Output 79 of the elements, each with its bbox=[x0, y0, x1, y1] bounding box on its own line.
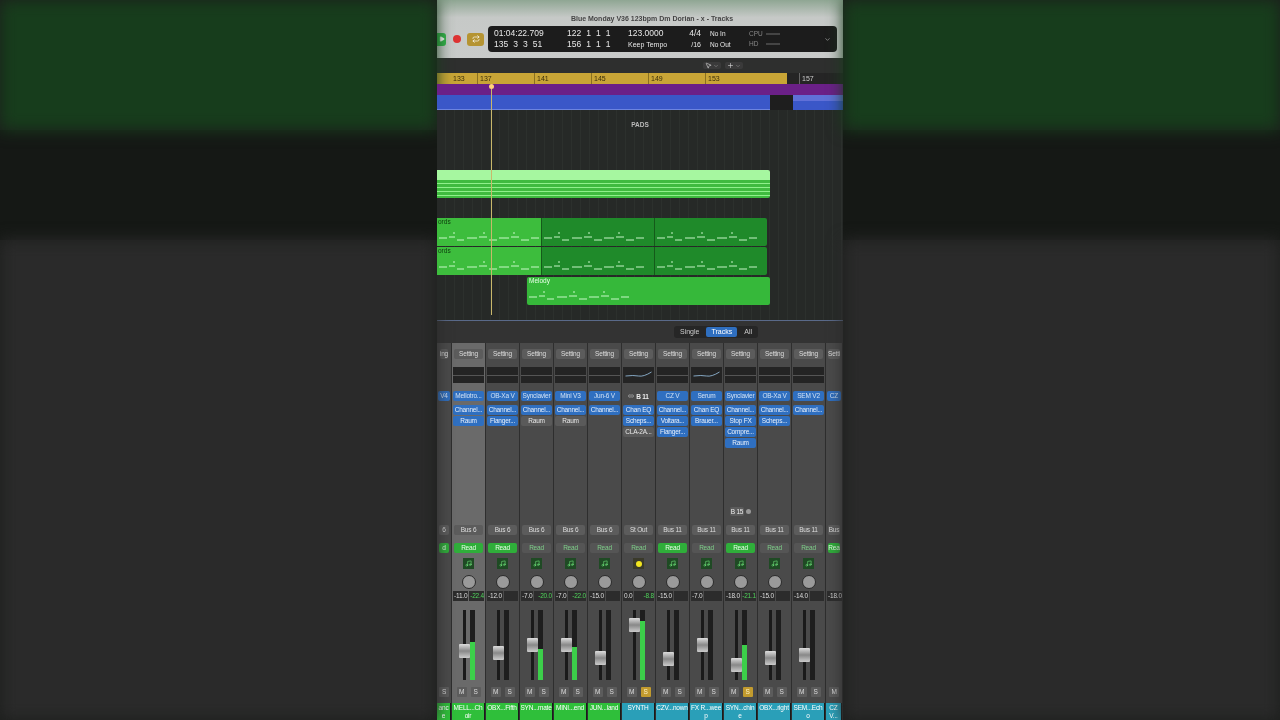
music-note-icon[interactable] bbox=[769, 558, 780, 569]
pan-knob[interactable] bbox=[665, 574, 680, 589]
pan-knob[interactable] bbox=[597, 574, 612, 589]
peak-value bbox=[809, 591, 824, 601]
level-meter bbox=[605, 610, 611, 680]
music-note-icon[interactable] bbox=[701, 558, 712, 569]
pan-knob[interactable] bbox=[733, 574, 748, 589]
eq-display[interactable] bbox=[521, 367, 552, 383]
fader-thumb[interactable] bbox=[730, 657, 742, 672]
pan-knob[interactable] bbox=[801, 574, 816, 589]
eq-display[interactable] bbox=[759, 367, 790, 383]
aux-knob-icon[interactable] bbox=[633, 558, 644, 569]
level-meter bbox=[673, 610, 679, 680]
music-note-icon[interactable] bbox=[565, 558, 576, 569]
eq-display[interactable] bbox=[487, 367, 518, 383]
eq-display[interactable] bbox=[691, 367, 722, 383]
eq-display[interactable] bbox=[623, 367, 654, 383]
crosshair-tool[interactable] bbox=[725, 62, 743, 69]
fader-thumb[interactable] bbox=[492, 646, 504, 661]
chevron-icon[interactable] bbox=[824, 35, 831, 43]
bar-position: 156 1 1 1 bbox=[567, 39, 612, 50]
plus-icon bbox=[727, 62, 734, 69]
pan-knob[interactable] bbox=[631, 574, 646, 589]
music-note-icon[interactable] bbox=[667, 558, 678, 569]
fader-thumb[interactable] bbox=[662, 652, 674, 666]
music-note-icon[interactable] bbox=[735, 558, 746, 569]
fader-thumb[interactable] bbox=[458, 643, 470, 658]
music-note-icon[interactable] bbox=[599, 558, 610, 569]
caret-icon bbox=[713, 62, 719, 69]
eq-curve bbox=[623, 370, 654, 380]
fader-thumb[interactable] bbox=[526, 638, 538, 652]
position-time: 01:04:22.709 bbox=[494, 28, 545, 39]
send-knob-icon[interactable] bbox=[746, 508, 752, 514]
fader-thumb[interactable] bbox=[696, 638, 708, 652]
eq-display[interactable] bbox=[453, 367, 484, 383]
fader-thumb[interactable] bbox=[560, 638, 572, 652]
level-meter bbox=[775, 610, 781, 680]
peak-value bbox=[775, 591, 790, 601]
eq-display[interactable] bbox=[657, 367, 688, 383]
pan-knob[interactable] bbox=[495, 574, 510, 589]
pan-knob[interactable] bbox=[767, 574, 782, 589]
fader-thumb[interactable] bbox=[764, 650, 776, 665]
music-note-icon[interactable] bbox=[463, 558, 474, 569]
eq-curve bbox=[691, 370, 722, 380]
peak-value bbox=[503, 591, 518, 601]
pan-knob[interactable] bbox=[563, 574, 578, 589]
pointer-tool[interactable] bbox=[703, 62, 721, 69]
bar-position: 135 3 3 51 bbox=[494, 39, 544, 50]
eq-display[interactable] bbox=[793, 367, 824, 383]
eq-display[interactable] bbox=[725, 367, 756, 383]
repeat-icon bbox=[471, 35, 480, 43]
music-note-icon[interactable] bbox=[497, 558, 508, 569]
caret-icon bbox=[735, 62, 741, 69]
fader-thumb[interactable] bbox=[798, 647, 810, 662]
fader-thumb[interactable] bbox=[628, 618, 640, 633]
eq-display[interactable] bbox=[589, 367, 620, 383]
music-note-icon[interactable] bbox=[803, 558, 814, 569]
eq-display[interactable] bbox=[555, 367, 586, 383]
time-signature: 4/4 bbox=[689, 28, 701, 39]
stereo-link-icon[interactable] bbox=[628, 393, 635, 399]
level-meter bbox=[809, 610, 815, 680]
peak-value bbox=[605, 591, 620, 601]
peak-value bbox=[704, 591, 722, 601]
level-meter bbox=[503, 610, 509, 680]
level-meter bbox=[707, 610, 713, 680]
pan-knob[interactable] bbox=[461, 574, 476, 589]
pointer-icon bbox=[705, 62, 712, 69]
pan-knob[interactable] bbox=[699, 574, 714, 589]
pan-knob[interactable] bbox=[529, 574, 544, 589]
music-note-icon[interactable] bbox=[531, 558, 542, 569]
play-button[interactable] bbox=[437, 32, 446, 46]
fader-thumb[interactable] bbox=[594, 650, 606, 665]
tempo-value: 123.0000 bbox=[628, 28, 665, 39]
play-icon bbox=[439, 36, 445, 42]
playhead[interactable] bbox=[489, 84, 494, 315]
bar-position: 122 1 1 1 bbox=[567, 28, 612, 39]
arrangement-track[interactable] bbox=[437, 84, 843, 95]
record-button[interactable] bbox=[453, 35, 461, 43]
peak-value bbox=[673, 591, 688, 601]
